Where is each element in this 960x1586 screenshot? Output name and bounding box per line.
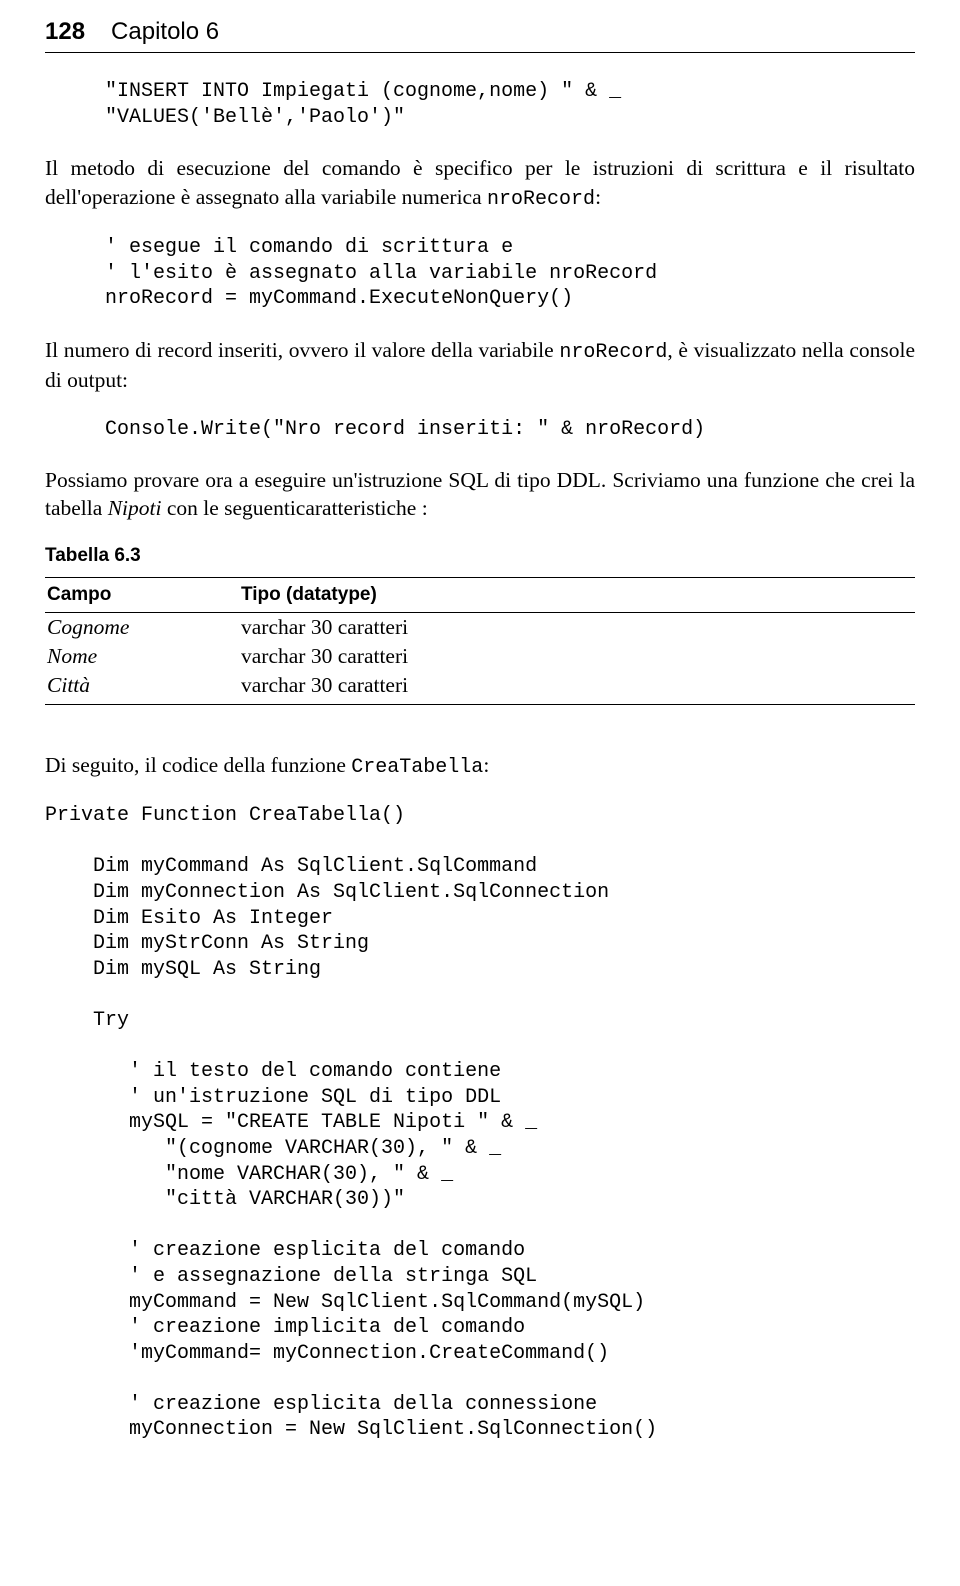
table-cell: Cognome <box>45 612 239 642</box>
table-cell: varchar 30 caratteri <box>239 642 915 671</box>
inline-code: nroRecord <box>487 188 595 211</box>
table-row: Città varchar 30 caratteri <box>45 671 915 705</box>
code-snippet-4: Private Function CreaTabella() Dim myCom… <box>45 803 915 1443</box>
page: 128 Capitolo 6 "INSERT INTO Impiegati (c… <box>0 0 960 1586</box>
text: con le seguenticaratteristiche : <box>161 496 427 520</box>
table-cell: Nome <box>45 642 239 671</box>
chapter-label: Capitolo 6 <box>111 18 219 46</box>
inline-code: CreaTabella <box>351 756 483 779</box>
header-left: 128 Capitolo 6 <box>45 18 219 46</box>
text: Il metodo di esecuzione del comando è sp… <box>45 156 915 208</box>
table-label: Tabella 6.3 <box>45 545 915 567</box>
text: : <box>595 185 601 209</box>
table-cell: Città <box>45 671 239 705</box>
table-header: Campo <box>45 577 239 612</box>
text: : <box>483 753 489 777</box>
data-table: Campo Tipo (datatype) Cognome varchar 30… <box>45 577 915 705</box>
text: Il numero di record inseriti, ovvero il … <box>45 338 559 362</box>
table-row: Cognome varchar 30 caratteri <box>45 612 915 642</box>
table-cell: varchar 30 caratteri <box>239 612 915 642</box>
page-number: 128 <box>45 18 85 46</box>
code-snippet-3: Console.Write("Nro record inseriti: " & … <box>45 417 915 443</box>
table-row: Nome varchar 30 caratteri <box>45 642 915 671</box>
table-cell: varchar 30 caratteri <box>239 671 915 705</box>
paragraph-3: Possiamo provare ora a eseguire un'istru… <box>45 466 915 523</box>
page-header: 128 Capitolo 6 <box>45 18 915 53</box>
paragraph-2: Il numero di record inseriti, ovvero il … <box>45 336 915 395</box>
paragraph-1: Il metodo di esecuzione del comando è sp… <box>45 154 915 213</box>
table-header: Tipo (datatype) <box>239 577 915 612</box>
italic-text: Nipoti <box>108 496 162 520</box>
table-header-row: Campo Tipo (datatype) <box>45 577 915 612</box>
paragraph-4: Di seguito, il codice della funzione Cre… <box>45 751 915 781</box>
code-snippet-2: ' esegue il comando di scrittura e ' l'e… <box>45 235 915 312</box>
inline-code: nroRecord <box>559 341 667 364</box>
text: Di seguito, il codice della funzione <box>45 753 351 777</box>
code-snippet-1: "INSERT INTO Impiegati (cognome,nome) " … <box>45 79 915 130</box>
